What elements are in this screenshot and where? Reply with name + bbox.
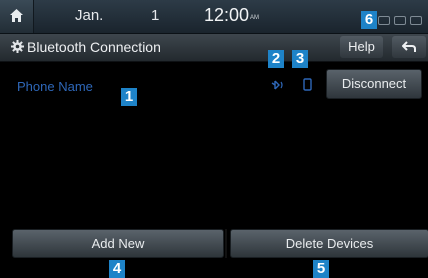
- button-divider: [225, 229, 227, 258]
- add-new-button[interactable]: Add New: [12, 229, 224, 258]
- status-ampm: AM: [250, 15, 259, 21]
- device-list-item[interactable]: Phone Name Disconnect: [0, 62, 428, 104]
- page-title: Bluetooth Connection: [27, 39, 161, 55]
- home-button[interactable]: [0, 0, 34, 33]
- callout-4: 4: [109, 260, 125, 278]
- callout-6: 6: [361, 11, 377, 29]
- status-time: 12:00: [204, 5, 250, 25]
- callout-5: 5: [313, 260, 329, 278]
- battery-icon: [410, 16, 422, 25]
- title-bar: Bluetooth Connection Help: [0, 34, 428, 62]
- back-arrow-icon: [402, 41, 416, 52]
- help-button[interactable]: Help: [340, 36, 383, 58]
- delete-devices-button[interactable]: Delete Devices: [230, 229, 428, 258]
- bluetooth-audio-icon: [271, 80, 283, 90]
- status-date-month: Jan.: [75, 7, 104, 24]
- disconnect-button[interactable]: Disconnect: [326, 69, 422, 99]
- callout-2: 2: [268, 50, 284, 68]
- gear-icon: [11, 40, 24, 53]
- callout-3: 3: [292, 50, 308, 68]
- status-date-day: 1: [151, 7, 160, 24]
- signal-icon: [378, 16, 390, 25]
- home-icon: [10, 9, 23, 22]
- bluetooth-icon: [394, 16, 406, 25]
- screen: Jan. 1 12:00 AM Bluetooth Connection Hel…: [0, 0, 428, 278]
- status-icons: [378, 12, 428, 25]
- back-button[interactable]: [392, 36, 426, 58]
- callout-1: 1: [121, 88, 137, 106]
- phone-icon: [303, 78, 312, 91]
- phone-name-label: Phone Name: [17, 79, 93, 94]
